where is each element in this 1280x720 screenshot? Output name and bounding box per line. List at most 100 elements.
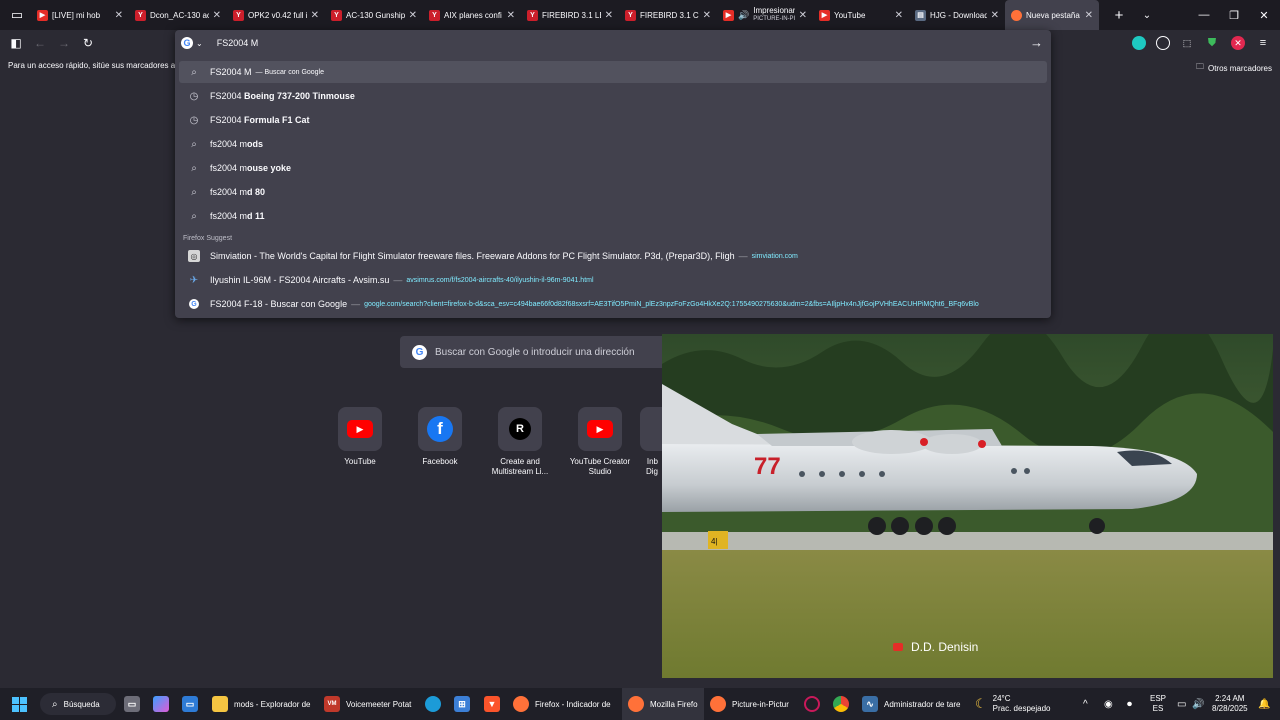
- list-all-tabs-icon[interactable]: ⌄: [1133, 1, 1161, 29]
- discord-icon[interactable]: ◉: [1104, 688, 1113, 720]
- suggestion-prefix: fs2004 m: [210, 187, 248, 197]
- tab-1[interactable]: Y Dcon_AC-130 ac ✕: [129, 0, 227, 30]
- back-arrow-icon[interactable]: ←: [30, 34, 50, 52]
- other-bookmarks-button[interactable]: 🗀 Otros marcadores: [1196, 61, 1272, 75]
- app-chrome[interactable]: [833, 688, 849, 720]
- google-icon: G: [412, 344, 427, 360]
- taskbar-search[interactable]: ⌕ Búsqueda: [40, 693, 116, 715]
- tab-5[interactable]: Y FIREBIRD 3.1 LEV ✕: [521, 0, 619, 30]
- volume-icon[interactable]: 🔊: [1192, 688, 1204, 720]
- language-indicator[interactable]: ESP ES: [1150, 688, 1166, 720]
- app-opera[interactable]: [804, 688, 820, 720]
- suggestion-row[interactable]: ⌕ fs2004 m ods: [179, 133, 1047, 155]
- reload-icon[interactable]: ↻: [78, 34, 98, 52]
- address-bar[interactable]: G ⌄ →: [175, 30, 1051, 56]
- close-tab-icon[interactable]: ✕: [895, 10, 903, 21]
- forward-arrow-icon[interactable]: →: [54, 34, 74, 52]
- tab-overview-icon[interactable]: ▭: [3, 1, 31, 29]
- suggest-row-avsim[interactable]: ✈ Ilyushin IL-96M - FS2004 Aircrafts - A…: [179, 269, 1047, 291]
- taskbar-search-label: Búsqueda: [63, 699, 100, 709]
- suggest-row-simviation[interactable]: ◎ Simviation - The World's Capital for F…: [179, 245, 1047, 267]
- close-tab-icon[interactable]: ✕: [799, 10, 807, 21]
- menu-hamburger-icon[interactable]: ≡: [1256, 36, 1270, 50]
- extension-globe-icon[interactable]: [1132, 36, 1146, 50]
- close-tab-icon[interactable]: ✕: [115, 10, 123, 21]
- close-tab-icon[interactable]: ✕: [605, 10, 613, 21]
- app-generic[interactable]: ▭: [182, 688, 198, 720]
- close-window-icon[interactable]: ✕: [1248, 0, 1280, 30]
- brave-icon: ▼: [484, 696, 500, 712]
- task-firefox-indicator[interactable]: Firefox - Indicador de: [513, 688, 611, 720]
- blocker-icon[interactable]: ✕: [1231, 36, 1245, 50]
- suggestion-row[interactable]: ⌕ fs2004 m d 80: [179, 181, 1047, 203]
- task-pip[interactable]: Picture-in-Pictur: [710, 688, 789, 720]
- account-icon[interactable]: [1156, 36, 1170, 50]
- suggestion-row[interactable]: ◷ FS2004 Boeing 737-200 Tinmouse: [179, 85, 1047, 107]
- clock[interactable]: 2:24 AM 8/28/2025: [1212, 688, 1248, 720]
- tab-6[interactable]: Y FIREBIRD 3.1 CO ✕: [619, 0, 717, 30]
- close-tab-icon[interactable]: ✕: [409, 10, 417, 21]
- shortcut-youtube-studio[interactable]: ▶ YouTube Creator Studio: [560, 407, 640, 477]
- newtab-search-box[interactable]: G Buscar con Google o introducir una dir…: [400, 336, 670, 368]
- suggestion-row[interactable]: ◷ FS2004 Formula F1 Cat: [179, 109, 1047, 131]
- chrome-icon: [833, 696, 849, 712]
- folder-icon: [212, 696, 228, 712]
- network-icon[interactable]: ▭: [1177, 688, 1186, 720]
- shortcut-restream[interactable]: R Create and Multistream Li...: [480, 407, 560, 477]
- firefox-suggest-header: Firefox Suggest: [183, 235, 233, 242]
- suggestion-row[interactable]: ⌕ fs2004 m d 11: [179, 205, 1047, 227]
- copilot-button[interactable]: [153, 688, 169, 720]
- facebook-icon: f: [427, 416, 453, 442]
- tab-10-active[interactable]: Nueva pestaña ✕: [1005, 0, 1099, 30]
- task-firefox-main[interactable]: Mozilla Firefo: [622, 688, 704, 720]
- extensions-puzzle-icon[interactable]: ⬚: [1180, 36, 1194, 50]
- weather-widget[interactable]: ☾ 24°C Prac. despejado: [975, 688, 1050, 720]
- yandex-favicon-icon: Y: [233, 9, 244, 21]
- task-explorer[interactable]: mods - Explorador de: [212, 688, 310, 720]
- app-store[interactable]: ⊞: [454, 688, 470, 720]
- microphone-icon[interactable]: ⏺: [1127, 688, 1132, 720]
- close-tab-icon[interactable]: ✕: [311, 10, 319, 21]
- tab-3[interactable]: Y AC-130 Gunship ✕: [325, 0, 423, 30]
- simviation-favicon-icon: ◎: [188, 250, 200, 262]
- newtab-search-placeholder: Buscar con Google o introducir una direc…: [435, 346, 635, 358]
- notification-bell-icon[interactable]: 🔔: [1258, 688, 1270, 720]
- start-button[interactable]: [12, 688, 27, 720]
- task-view-button[interactable]: ▭: [124, 688, 140, 720]
- go-arrow-icon[interactable]: →: [1030, 35, 1043, 50]
- shortcut-facebook[interactable]: f Facebook: [400, 407, 480, 467]
- tray-chevron-icon[interactable]: ^: [1083, 688, 1088, 720]
- speaker-icon[interactable]: 🔊: [738, 10, 749, 21]
- search-engine-button[interactable]: G ⌄: [181, 37, 203, 49]
- store-icon: ⊞: [454, 696, 470, 712]
- close-tab-icon[interactable]: ✕: [703, 10, 711, 21]
- sidebar-toggle-icon[interactable]: ◧: [6, 34, 26, 52]
- tab-0[interactable]: ▶ [LIVE] mi hob ✕: [31, 0, 129, 30]
- suggest-row-google[interactable]: G FS2004 F-18 - Buscar con Google — goog…: [179, 293, 1047, 315]
- close-tab-icon[interactable]: ✕: [507, 10, 515, 21]
- close-tab-icon[interactable]: ✕: [1085, 10, 1093, 21]
- tab-8[interactable]: ▶ YouTube ✕: [813, 0, 909, 30]
- close-tab-icon[interactable]: ✕: [991, 10, 999, 21]
- app-edge[interactable]: [425, 688, 441, 720]
- minimize-icon[interactable]: —: [1188, 0, 1220, 30]
- tab-4[interactable]: Y AIX planes confi ✕: [423, 0, 521, 30]
- shortcut-inbox[interactable]: Inb Dig: [640, 407, 662, 477]
- close-tab-icon[interactable]: ✕: [213, 10, 221, 21]
- app-brave[interactable]: ▼: [484, 688, 500, 720]
- restore-icon[interactable]: ❐: [1218, 0, 1250, 30]
- task-voicemeeter[interactable]: VM Voicemeeter Potat: [324, 688, 411, 720]
- history-clock-icon: ◷: [189, 90, 199, 102]
- new-tab-icon[interactable]: +: [1105, 1, 1133, 29]
- shield-icon[interactable]: ⛊: [1205, 36, 1219, 50]
- tab-9[interactable]: ▤ HJG - Downloads ✕: [909, 0, 1005, 30]
- suggestion-row[interactable]: ⌕ FS2004 M — Buscar con Google: [179, 61, 1047, 83]
- picture-in-picture-video[interactable]: 4| 77 D.D. Denisin: [662, 334, 1273, 678]
- dash-separator: —: [738, 251, 748, 261]
- tab-2[interactable]: Y OPK2 v0.42 full ir ✕: [227, 0, 325, 30]
- url-input[interactable]: [216, 38, 917, 48]
- suggestion-row[interactable]: ⌕ fs2004 m ouse yoke: [179, 157, 1047, 179]
- tab-7[interactable]: ▶ 🔊 Impresionan PICTURE-IN-PICT ✕: [717, 0, 813, 30]
- shortcut-youtube[interactable]: ▶ YouTube: [320, 407, 400, 467]
- task-manager[interactable]: ∿ Administrador de tare: [862, 688, 960, 720]
